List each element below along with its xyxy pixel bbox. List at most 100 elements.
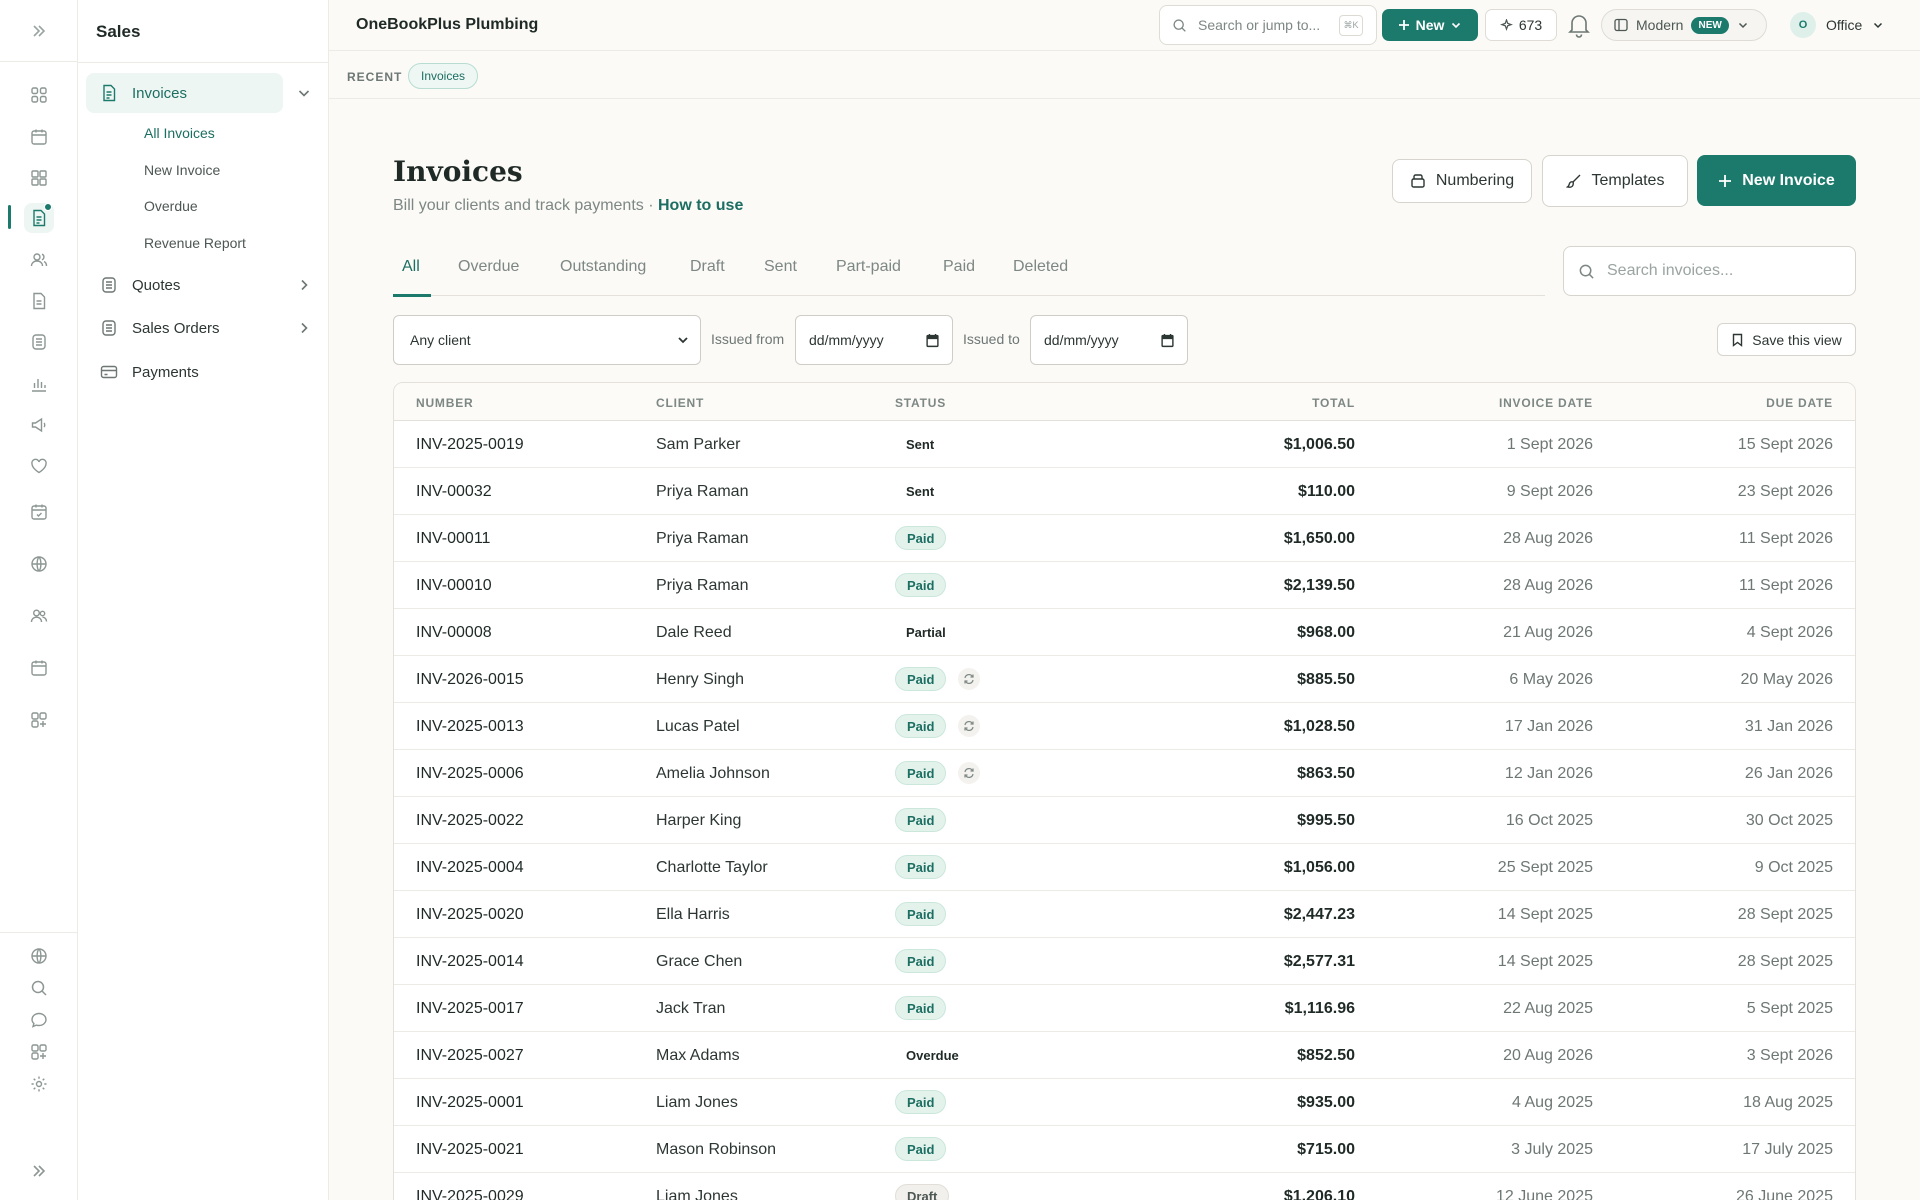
client-select[interactable]: Any client — [393, 315, 701, 365]
chat-icon[interactable] — [24, 1005, 54, 1035]
client-name: Henry Singh — [656, 671, 745, 688]
invoice-number[interactable]: INV-2025-0006 — [416, 765, 524, 783]
table-row[interactable]: INV-00011 Priya Raman Paid $1,650.00 28 Aug … — [394, 515, 1855, 562]
invoice-number[interactable]: INV-2025-0021 — [416, 1141, 524, 1159]
team-icon[interactable] — [24, 601, 54, 631]
table-row[interactable]: INV-2025-0020 Ella Harris Paid $2,447.23 14 … — [394, 891, 1855, 938]
search-icon[interactable] — [24, 973, 54, 1003]
language-globe-icon[interactable] — [24, 941, 54, 971]
dashboard-icon[interactable] — [24, 80, 54, 110]
table-row[interactable]: INV-2025-0004 Charlotte Taylor Paid $1,056.… — [394, 844, 1855, 891]
issued-from-date-input[interactable]: dd/mm/yyyy — [795, 315, 953, 365]
apps-grid-icon[interactable] — [24, 163, 54, 193]
settings-gear-icon[interactable] — [24, 1069, 54, 1099]
table-row[interactable]: INV-00032 Priya Raman Sent $110.00 9 Sept 20… — [394, 468, 1855, 515]
sidebar-subitem-new-invoice[interactable]: New Invoice — [144, 162, 220, 178]
column-header-status[interactable]: STATUS — [895, 396, 946, 410]
invoice-number[interactable]: INV-2025-0029 — [416, 1188, 524, 1200]
globe-icon[interactable] — [24, 549, 54, 579]
invoice-number[interactable]: INV-2026-0015 — [416, 671, 524, 689]
search-placeholder: Search invoices... — [1607, 262, 1734, 279]
table-row[interactable]: INV-00010 Priya Raman Paid $2,139.50 28 Aug … — [394, 562, 1855, 609]
invoice-number[interactable]: INV-2025-0013 — [416, 718, 524, 736]
tab-all[interactable]: All — [402, 258, 420, 276]
sidebar-subitem-overdue[interactable]: Overdue — [144, 198, 198, 214]
integrations-icon[interactable] — [24, 1037, 54, 1067]
credits-button[interactable]: 673 — [1485, 9, 1557, 41]
column-header-due-date[interactable]: DUE DATE — [1766, 396, 1833, 410]
how-to-use-link[interactable]: How to use — [658, 197, 743, 214]
table-row[interactable]: INV-2025-0001 Liam Jones Paid $935.00 4 Aug … — [394, 1079, 1855, 1126]
chevron-right-icon[interactable] — [296, 277, 312, 293]
invoice-number[interactable]: INV-00010 — [416, 577, 492, 595]
invoice-number[interactable]: INV-2025-0027 — [416, 1047, 524, 1065]
receipt-icon[interactable] — [24, 327, 54, 357]
status-badge: Draft — [895, 1184, 950, 1200]
sidebar-subitem-all-invoices[interactable]: All Invoices — [144, 125, 215, 141]
table-row[interactable]: INV-2025-0014 Grace Chen Paid $2,577.31 14 S… — [394, 938, 1855, 985]
chevron-right-icon[interactable] — [296, 320, 312, 336]
sidebar-item-payments[interactable]: Payments — [86, 352, 283, 392]
table-row[interactable]: INV-2026-0015 Henry Singh Paid $885.50 6 May… — [394, 656, 1855, 703]
invoice-number[interactable]: INV-2025-0019 — [416, 436, 524, 454]
column-header-invoice-date[interactable]: INVOICE DATE — [1499, 396, 1593, 410]
table-row[interactable]: INV-2025-0006 Amelia Johnson Paid $863.50 12… — [394, 750, 1855, 797]
sidebar-subitem-revenue-report[interactable]: Revenue Report — [144, 235, 246, 251]
megaphone-icon[interactable] — [24, 410, 54, 440]
column-header-total[interactable]: TOTAL — [1312, 396, 1355, 410]
column-header-number[interactable]: NUMBER — [416, 396, 473, 410]
table-row[interactable]: INV-2025-0029 Liam Jones Draft $1,206.10 12 … — [394, 1173, 1855, 1200]
invoice-number[interactable]: INV-2025-0004 — [416, 859, 524, 877]
numbering-button[interactable]: Numbering — [1392, 159, 1532, 203]
sidebar-item-sales-orders[interactable]: Sales Orders — [86, 308, 283, 348]
invoice-number[interactable]: INV-00008 — [416, 624, 492, 642]
invoice-number[interactable]: INV-2025-0020 — [416, 906, 524, 924]
templates-button[interactable]: Templates — [1542, 155, 1688, 207]
theme-switcher[interactable]: Modern NEW — [1601, 9, 1767, 41]
new-invoice-button[interactable]: New Invoice — [1697, 155, 1856, 206]
client-name: Priya Raman — [656, 577, 749, 594]
heart-icon[interactable] — [24, 451, 54, 481]
invoice-number[interactable]: INV-2025-0022 — [416, 812, 524, 830]
column-header-client[interactable]: CLIENT — [656, 396, 704, 410]
bar-chart-icon[interactable] — [24, 369, 54, 399]
bell-icon[interactable] — [1565, 11, 1593, 39]
document-icon[interactable] — [24, 286, 54, 316]
contacts-icon[interactable] — [24, 245, 54, 275]
new-menu-button[interactable]: New — [1382, 9, 1478, 41]
tab-overdue[interactable]: Overdue — [458, 258, 519, 276]
sidebar-item-quotes[interactable]: Quotes — [86, 265, 283, 305]
save-view-button[interactable]: Save this view — [1717, 323, 1856, 356]
expand-rail-button[interactable] — [0, 0, 78, 62]
chevron-down-icon[interactable] — [296, 85, 312, 101]
table-row[interactable]: INV-2025-0027 Max Adams Overdue $852.50 20 A… — [394, 1032, 1855, 1079]
table-row[interactable]: INV-2025-0019 Sam Parker Sent $1,006.50 1 Se… — [394, 421, 1855, 468]
tab-sent[interactable]: Sent — [764, 258, 797, 276]
tab-paid[interactable]: Paid — [943, 258, 975, 276]
add-apps-icon[interactable] — [24, 705, 54, 735]
global-search-input[interactable]: Search or jump to... ⌘K — [1159, 5, 1377, 45]
table-row[interactable]: INV-2025-0013 Lucas Patel Paid $1,028.50 17 … — [394, 703, 1855, 750]
invoice-number[interactable]: INV-00032 — [416, 483, 492, 501]
calendar-check-icon[interactable] — [24, 497, 54, 527]
table-row[interactable]: INV-00008 Dale Reed Partial $968.00 21 Aug 2… — [394, 609, 1855, 656]
invoice-search-input[interactable]: Search invoices... — [1563, 246, 1856, 296]
invoice-number[interactable]: INV-00011 — [416, 530, 490, 548]
issued-to-date-input[interactable]: dd/mm/yyyy — [1030, 315, 1188, 365]
table-row[interactable]: INV-2025-0021 Mason Robinson Paid $715.00 3 … — [394, 1126, 1855, 1173]
invoice-number[interactable]: INV-2025-0014 — [416, 953, 524, 971]
user-menu[interactable]: O Office — [1790, 12, 1884, 38]
calendar-icon[interactable] — [24, 653, 54, 683]
recent-chip-invoices[interactable]: Invoices — [408, 63, 479, 89]
tab-draft[interactable]: Draft — [690, 258, 725, 276]
tab-outstanding[interactable]: Outstanding — [560, 258, 646, 276]
tab-part-paid[interactable]: Part-paid — [836, 258, 901, 276]
invoice-number[interactable]: INV-2025-0001 — [416, 1094, 524, 1112]
collapse-rail-icon[interactable] — [24, 1156, 54, 1186]
table-row[interactable]: INV-2025-0017 Jack Tran Paid $1,116.96 22 Au… — [394, 985, 1855, 1032]
sidebar-item-invoices[interactable]: Invoices — [86, 73, 283, 113]
table-row[interactable]: INV-2025-0022 Harper King Paid $995.50 16 Oc… — [394, 797, 1855, 844]
calendar-clock-icon[interactable] — [24, 122, 54, 152]
tab-deleted[interactable]: Deleted — [1013, 258, 1068, 276]
invoice-number[interactable]: INV-2025-0017 — [416, 1000, 524, 1018]
